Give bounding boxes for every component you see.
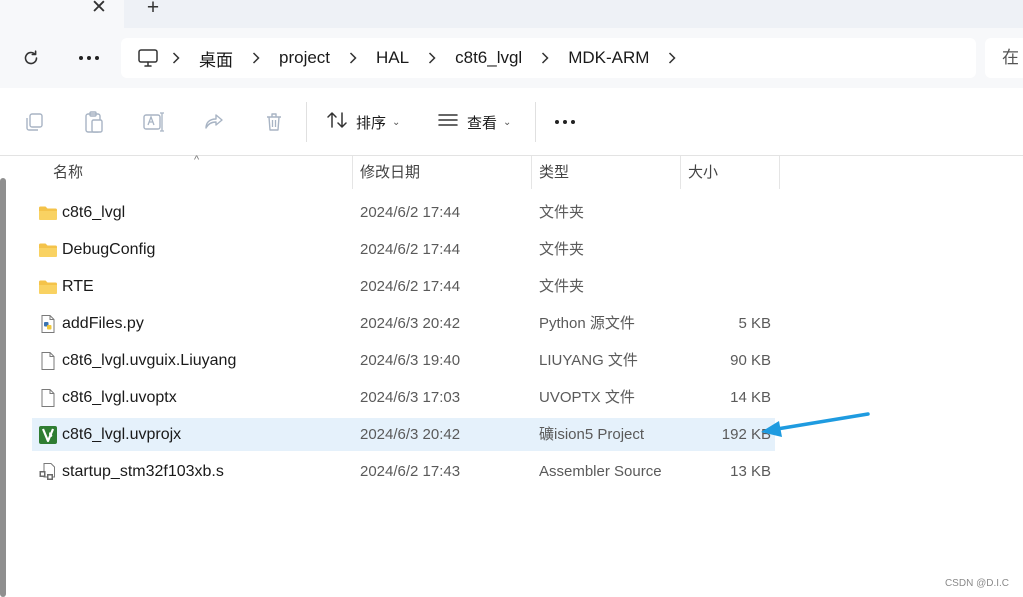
rename-icon[interactable] — [140, 108, 168, 136]
file-row-selected[interactable]: 5 c8t6_lvgl.uvprojx 2024/6/3 20:42 礦isio… — [32, 418, 775, 451]
search-input[interactable]: 在 — [985, 38, 1023, 78]
more-horizontal-icon[interactable] — [72, 42, 106, 74]
watermark: CSDN @D.I.C — [944, 578, 1009, 589]
sort-label: 排序 — [356, 114, 387, 132]
file-size: 13 KB — [730, 463, 771, 480]
file-row[interactable]: c8t6_lvgl 2024/6/2 17:44 文件夹 — [32, 196, 775, 229]
column-divider[interactable] — [779, 156, 780, 189]
chevron-down-icon: ⌄ — [503, 116, 512, 128]
file-date: 2024/6/2 17:44 — [360, 241, 461, 258]
file-name: c8t6_lvgl — [62, 204, 126, 221]
more-options-icon[interactable] — [551, 108, 579, 136]
sort-icon — [326, 110, 348, 135]
file-name: addFiles.py — [62, 315, 144, 332]
assembler-file-icon — [38, 462, 58, 482]
file-date: 2024/6/2 17:44 — [360, 278, 461, 295]
file-date: 2024/6/3 20:42 — [360, 315, 461, 332]
file-date: 2024/6/3 20:42 — [360, 426, 461, 443]
file-type: UVOPTX 文件 — [539, 389, 635, 406]
command-bar: 排序 ⌄ 查看 ⌄ — [0, 88, 1023, 156]
column-header-size[interactable]: 大小 — [688, 156, 718, 189]
close-tab-icon[interactable]: ✕ — [88, 0, 110, 20]
file-row[interactable]: c8t6_lvgl.uvoptx 2024/6/3 17:03 UVOPTX 文… — [32, 381, 775, 414]
file-name: DebugConfig — [62, 241, 156, 258]
breadcrumb-desktop[interactable]: 桌面 — [191, 46, 241, 71]
paste-icon[interactable] — [80, 108, 108, 136]
file-row[interactable]: c8t6_lvgl.uvguix.Liuyang 2024/6/3 19:40 … — [32, 344, 775, 377]
file-size: 5 KB — [738, 315, 771, 332]
blank-file-icon — [38, 388, 58, 408]
copy-icon[interactable] — [20, 108, 48, 136]
breadcrumb-c8t6-lvgl[interactable]: c8t6_lvgl — [447, 48, 530, 68]
file-row[interactable]: DebugConfig 2024/6/2 17:44 文件夹 — [32, 233, 775, 266]
view-menu-button[interactable]: 查看 ⌄ — [437, 108, 511, 136]
toolbar-divider — [306, 102, 307, 142]
chevron-right-icon[interactable] — [338, 43, 368, 73]
column-header-name[interactable]: 名称 — [53, 156, 83, 189]
refresh-icon[interactable] — [14, 42, 48, 74]
file-type: 文件夹 — [539, 204, 585, 221]
chevron-right-icon[interactable] — [530, 43, 560, 73]
chevron-right-icon[interactable] — [657, 43, 687, 73]
navigation-bar: 桌面 project HAL c8t6_lvgl MDK-ARM 在 — [0, 28, 1023, 88]
new-tab-button[interactable]: + — [142, 0, 164, 20]
file-date: 2024/6/2 17:43 — [360, 463, 461, 480]
file-explorer-window: ✕ + 桌面 project HAL c8t6_lvgl MDK-ARM 在 排… — [0, 0, 1023, 597]
chevron-right-icon[interactable] — [161, 43, 191, 73]
file-name: startup_stm32f103xb.s — [62, 463, 224, 480]
column-divider[interactable] — [352, 156, 353, 189]
file-date: 2024/6/2 17:44 — [360, 204, 461, 221]
column-divider[interactable] — [680, 156, 681, 189]
chevron-down-icon: ⌄ — [392, 116, 401, 128]
scrollbar[interactable] — [0, 178, 6, 597]
breadcrumb-project[interactable]: project — [271, 48, 338, 68]
breadcrumb-mdk-arm[interactable]: MDK-ARM — [560, 48, 657, 68]
annotation-arrow-icon — [761, 412, 870, 437]
view-label: 查看 — [467, 114, 498, 132]
file-type: Assembler Source — [539, 463, 662, 480]
file-row[interactable]: addFiles.py 2024/6/3 20:42 Python 源文件 5 … — [32, 307, 775, 340]
keil-project-icon: 5 — [38, 425, 58, 445]
column-headers: 名称 修改日期 类型 大小 — [0, 156, 1023, 189]
breadcrumb-hal[interactable]: HAL — [368, 48, 417, 68]
file-type: 文件夹 — [539, 278, 585, 295]
file-row[interactable]: RTE 2024/6/2 17:44 文件夹 — [32, 270, 775, 303]
folder-icon — [38, 203, 58, 223]
file-name: c8t6_lvgl.uvoptx — [62, 389, 177, 406]
svg-text:5: 5 — [49, 432, 53, 439]
column-header-date[interactable]: 修改日期 — [360, 156, 420, 189]
address-bar[interactable]: 桌面 project HAL c8t6_lvgl MDK-ARM — [121, 38, 976, 78]
folder-icon — [38, 240, 58, 260]
this-pc-icon[interactable] — [135, 45, 161, 71]
python-file-icon — [38, 314, 58, 334]
file-type: Python 源文件 — [539, 315, 635, 332]
active-tab[interactable]: ✕ — [0, 0, 124, 28]
file-size: 90 KB — [730, 352, 771, 369]
file-row[interactable]: startup_stm32f103xb.s 2024/6/2 17:43 Ass… — [32, 455, 775, 488]
file-date: 2024/6/3 17:03 — [360, 389, 461, 406]
blank-file-icon — [38, 351, 58, 371]
sort-menu-button[interactable]: 排序 ⌄ — [326, 108, 400, 136]
delete-icon[interactable] — [260, 108, 288, 136]
file-date: 2024/6/3 19:40 — [360, 352, 461, 369]
tab-strip: ✕ + — [0, 0, 1023, 28]
file-name: RTE — [62, 278, 94, 295]
folder-icon — [38, 277, 58, 297]
column-divider[interactable] — [531, 156, 532, 189]
file-name: c8t6_lvgl.uvguix.Liuyang — [62, 352, 237, 369]
toolbar-divider — [535, 102, 536, 142]
file-type: 礦ision5 Project — [539, 426, 645, 443]
view-list-icon — [437, 111, 459, 134]
file-type: LIUYANG 文件 — [539, 352, 638, 369]
file-type: 文件夹 — [539, 241, 585, 258]
file-name: c8t6_lvgl.uvprojx — [62, 426, 182, 443]
column-header-type[interactable]: 类型 — [539, 156, 569, 189]
chevron-right-icon[interactable] — [417, 43, 447, 73]
chevron-right-icon[interactable] — [241, 43, 271, 73]
share-icon[interactable] — [200, 108, 228, 136]
